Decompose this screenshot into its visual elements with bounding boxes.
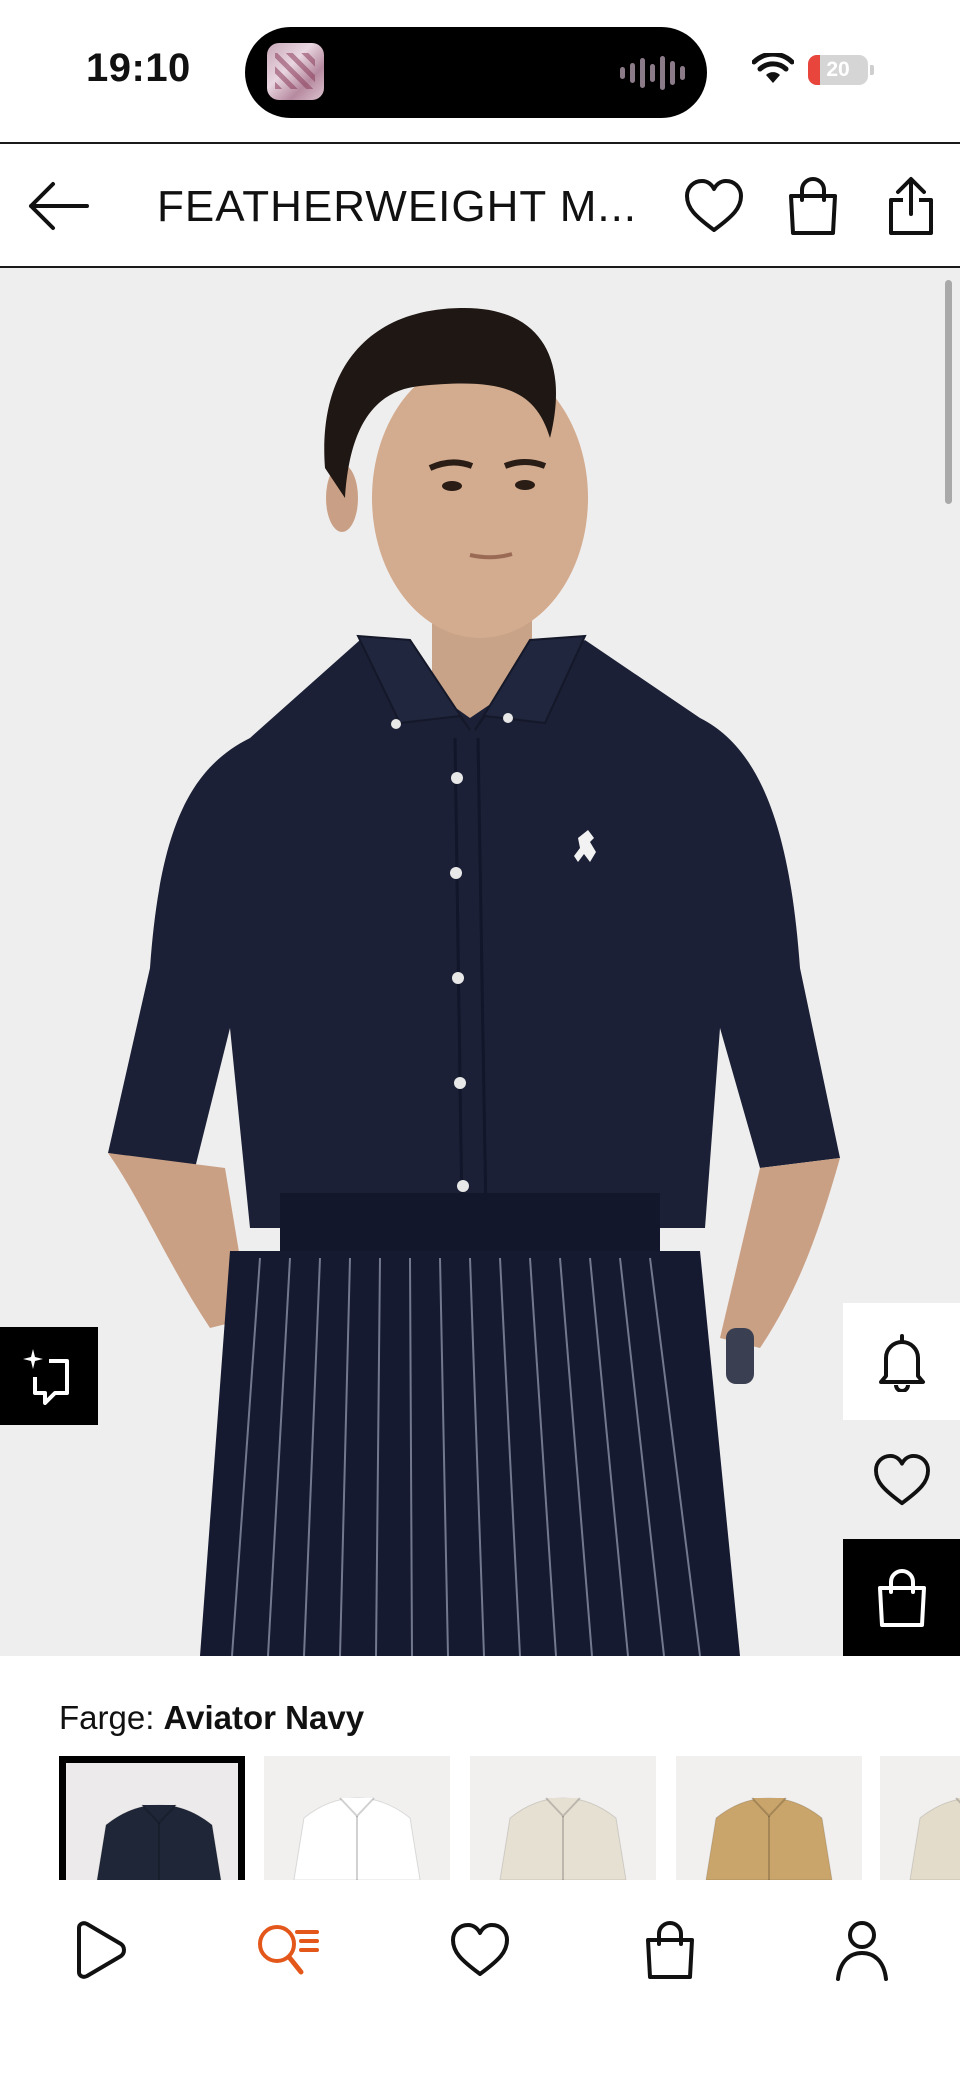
dynamic-island[interactable] [245, 27, 707, 118]
sparkle-crop-icon [23, 1349, 69, 1405]
play-icon [77, 1921, 126, 1979]
color-swatch[interactable] [264, 1756, 450, 1880]
nav-item-profile[interactable] [822, 1910, 902, 1990]
color-swatch[interactable] [59, 1756, 245, 1880]
wifi-icon [752, 53, 794, 83]
wishlist-button[interactable] [843, 1421, 960, 1538]
heart-icon [451, 1923, 509, 1976]
heart-icon [873, 1453, 930, 1505]
share-icon [889, 177, 933, 235]
search-list-icon [258, 1925, 319, 1975]
nav-item-wishlist[interactable] [440, 1910, 520, 1990]
back-arrow-icon [29, 182, 89, 230]
heart-icon [685, 179, 743, 232]
bell-icon [878, 1333, 925, 1392]
shopping-bag-icon [789, 177, 837, 235]
now-playing-thumbnail[interactable] [267, 43, 324, 100]
color-swatch[interactable] [676, 1756, 862, 1880]
share-button[interactable] [875, 170, 947, 242]
profile-icon [836, 1921, 888, 1981]
cart-button[interactable] [777, 170, 849, 242]
add-to-bag-button[interactable] [843, 1539, 960, 1656]
notify-button[interactable] [843, 1303, 960, 1420]
product-header: FEATHERWEIGHT M... [0, 142, 960, 268]
nav-item-search[interactable] [248, 1910, 328, 1990]
color-label-prefix: Farge: [59, 1699, 155, 1736]
status-bar: 19:10 20 [0, 0, 960, 142]
nav-item-bag[interactable] [630, 1910, 710, 1990]
product-photo [0, 268, 960, 1656]
bottom-navigation [0, 1880, 960, 2081]
favorite-button[interactable] [678, 170, 750, 242]
battery-level: 20 [826, 58, 850, 81]
shopping-bag-icon [646, 1921, 694, 1979]
back-button[interactable] [22, 170, 94, 242]
page-title: FEATHERWEIGHT M... [157, 182, 638, 231]
color-swatch[interactable] [880, 1756, 960, 1880]
nav-item-discover[interactable] [57, 1910, 137, 1990]
status-time: 19:10 [86, 46, 191, 90]
image-scrollbar[interactable] [945, 280, 952, 504]
shopping-bag-icon [877, 1568, 926, 1627]
ai-style-button[interactable] [0, 1327, 98, 1425]
audio-waveform-icon [620, 55, 685, 91]
product-image[interactable] [0, 268, 960, 1656]
color-label: Farge: Aviator Navy [59, 1699, 364, 1737]
color-swatch[interactable] [470, 1756, 656, 1880]
selected-color-name: Aviator Navy [163, 1699, 365, 1736]
color-selector: Farge: Aviator Navy [0, 1656, 960, 1880]
battery-icon: 20 [808, 55, 874, 85]
